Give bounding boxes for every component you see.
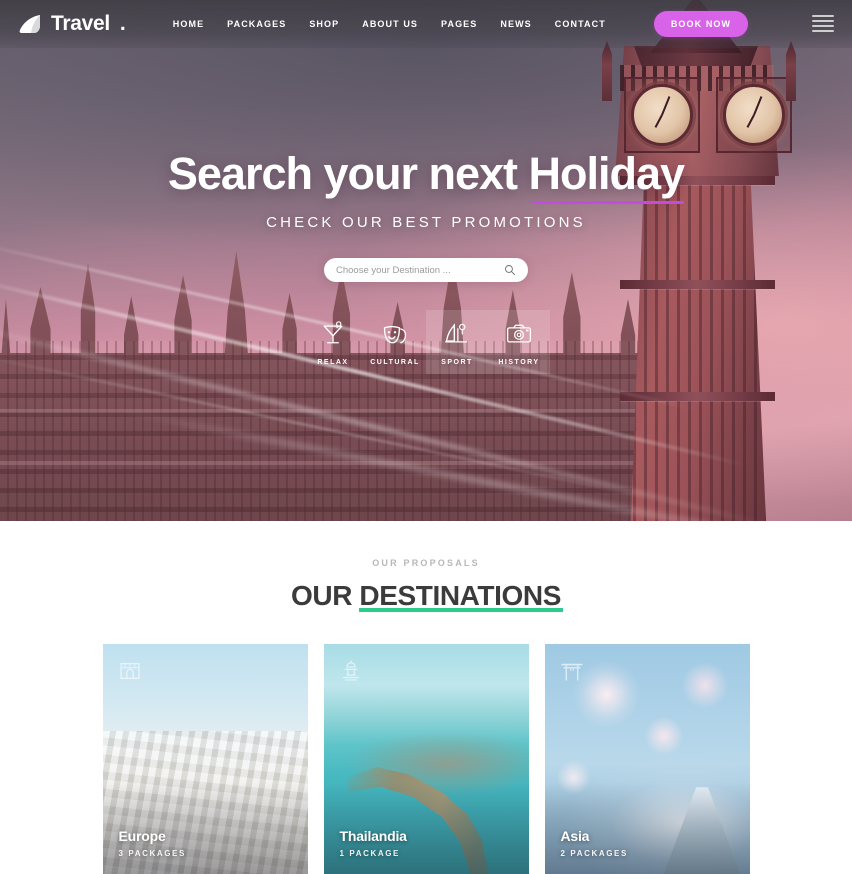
nav-item-pages[interactable]: PAGES bbox=[441, 19, 477, 29]
destination-card-list: Europe 3 PACKAGES Thailandia 1 PACKAGE A… bbox=[0, 644, 852, 874]
category-history[interactable]: HISTORY bbox=[488, 310, 550, 374]
category-sport[interactable]: SPORT bbox=[426, 310, 488, 374]
hero-section: Travel . HOME PACKAGES SHOP ABOUT US PAG… bbox=[0, 0, 852, 521]
section-title: OUR DESTINATIONS bbox=[0, 580, 852, 612]
nav-item-contact[interactable]: CONTACT bbox=[555, 19, 606, 29]
search-input[interactable] bbox=[336, 264, 504, 276]
card-caption: Thailandia 1 PACKAGE bbox=[340, 828, 407, 858]
nav-item-packages[interactable]: PACKAGES bbox=[227, 19, 286, 29]
brand-name: Travel bbox=[51, 12, 110, 35]
landmark-icon bbox=[119, 663, 140, 679]
book-now-button[interactable]: BOOK NOW bbox=[653, 11, 749, 37]
nav-item-shop[interactable]: SHOP bbox=[309, 19, 339, 29]
hero-title: Search your next Holiday bbox=[167, 148, 686, 200]
category-label: CULTURAL bbox=[370, 359, 420, 366]
category-label: SPORT bbox=[441, 359, 473, 366]
card-package-count: 3 PACKAGES bbox=[118, 849, 186, 858]
category-filters: RELAX CULTURAL SPORT HISTORY bbox=[302, 310, 550, 374]
nav-menu: HOME PACKAGES SHOP ABOUT US PAGES NEWS C… bbox=[173, 11, 749, 37]
hero-title-accent: Holiday bbox=[528, 148, 686, 199]
nav-item-about-us[interactable]: ABOUT US bbox=[362, 19, 418, 29]
theater-masks-icon bbox=[383, 325, 407, 344]
top-navigation-bar: Travel . HOME PACKAGES SHOP ABOUT US PAG… bbox=[0, 0, 852, 48]
sail-icon bbox=[19, 15, 40, 33]
nav-item-home[interactable]: HOME bbox=[173, 19, 204, 29]
card-package-count: 2 PACKAGES bbox=[560, 849, 628, 858]
category-label: HISTORY bbox=[498, 359, 540, 366]
hamburger-icon[interactable] bbox=[812, 15, 834, 32]
destinations-section: OUR PROPOSALS OUR DESTINATIONS Europe 3 … bbox=[0, 521, 852, 874]
cocktail-icon bbox=[323, 321, 343, 344]
card-title: Asia bbox=[560, 828, 590, 844]
search-icon[interactable] bbox=[504, 264, 516, 276]
brand-dot: . bbox=[119, 12, 126, 35]
card-caption: Europe 3 PACKAGES bbox=[119, 828, 186, 858]
card-package-count: 1 PACKAGE bbox=[339, 849, 400, 858]
hamburger-bar bbox=[812, 15, 834, 17]
destination-card-asia[interactable]: Asia 2 PACKAGES bbox=[544, 644, 750, 874]
card-title: Thailandia bbox=[339, 828, 407, 844]
camera-icon bbox=[506, 324, 532, 343]
brand-logo[interactable]: Travel . bbox=[18, 12, 126, 36]
torii-gate-icon bbox=[560, 663, 583, 681]
pagoda-icon bbox=[342, 660, 359, 681]
nav-item-news[interactable]: NEWS bbox=[500, 19, 531, 29]
destination-search-box[interactable] bbox=[324, 258, 528, 282]
category-relax[interactable]: RELAX bbox=[302, 310, 364, 374]
hamburger-bar bbox=[812, 25, 834, 27]
section-title-underlined: DESTINATIONS bbox=[359, 580, 561, 611]
section-title-lead: OUR bbox=[291, 580, 360, 611]
hero-title-lead: Search your next bbox=[167, 148, 529, 199]
destination-card-thailandia[interactable]: Thailandia 1 PACKAGE bbox=[323, 644, 529, 874]
category-label: RELAX bbox=[317, 359, 349, 366]
hero-content: Search your next Holiday CHECK OUR BEST … bbox=[0, 0, 852, 521]
hero-subtitle: CHECK OUR BEST PROMOTIONS bbox=[266, 214, 586, 231]
skiing-icon bbox=[445, 323, 468, 343]
card-title: Europe bbox=[118, 828, 166, 844]
section-eyebrow: OUR PROPOSALS bbox=[372, 558, 480, 568]
card-caption: Asia 2 PACKAGES bbox=[561, 828, 628, 858]
hamburger-bar bbox=[812, 30, 834, 32]
hamburger-bar bbox=[812, 20, 834, 22]
category-cultural[interactable]: CULTURAL bbox=[364, 310, 426, 374]
destination-card-europe[interactable]: Europe 3 PACKAGES bbox=[102, 644, 308, 874]
